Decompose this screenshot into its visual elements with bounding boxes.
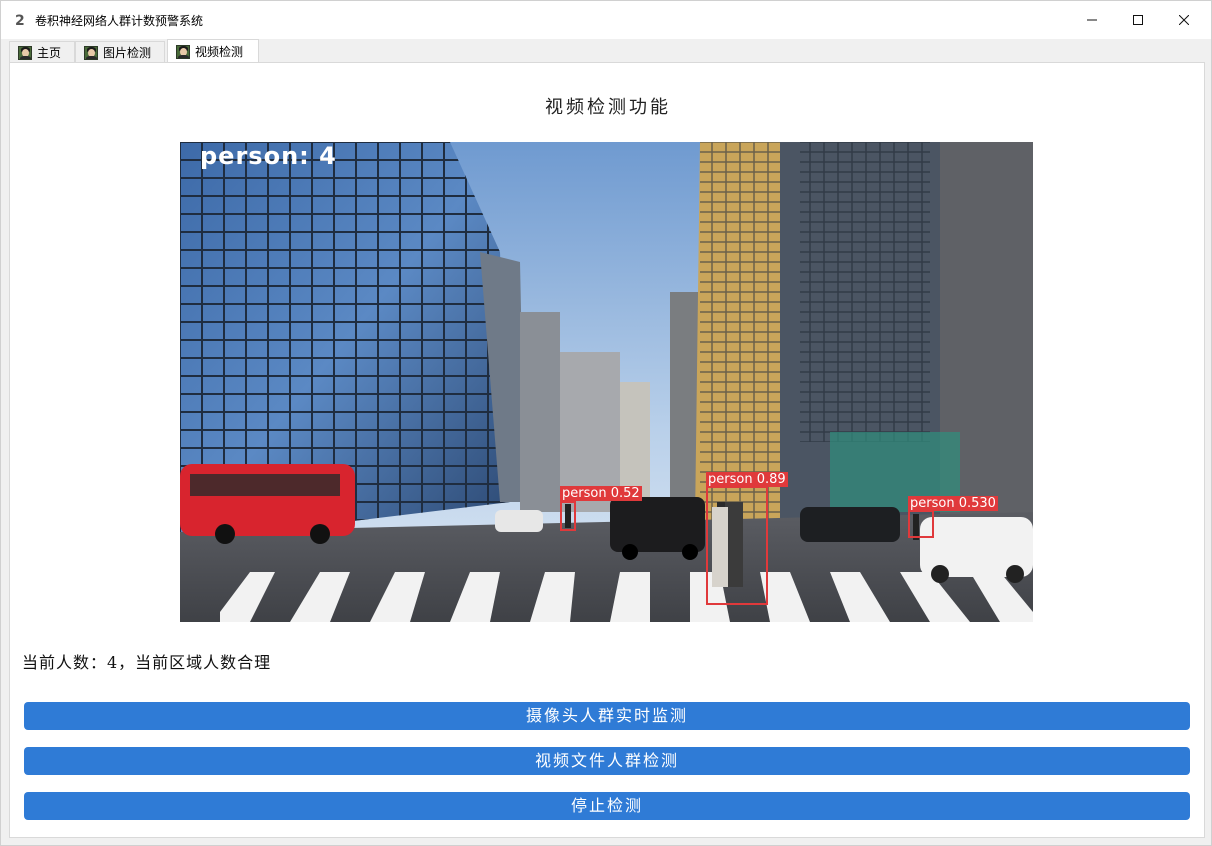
- tab-label: 图片检测: [103, 46, 152, 60]
- minimize-icon: [1087, 19, 1097, 21]
- close-button[interactable]: [1161, 1, 1207, 39]
- detection-box: [706, 486, 768, 605]
- person-count-overlay: person: 4: [200, 142, 337, 170]
- close-icon: [1179, 15, 1189, 25]
- video-file-detect-button[interactable]: 视频文件人群检测: [24, 747, 1190, 775]
- detection-box: [908, 510, 934, 538]
- maximize-icon: [1133, 15, 1143, 25]
- status-text: 当前人数：4，当前区域人数合理: [22, 653, 272, 672]
- tab-label: 主页: [37, 46, 62, 60]
- tab-label: 视频检测: [195, 45, 244, 59]
- video-frame: person: 4 person 0.52 person 0.89 person…: [180, 142, 1033, 622]
- stop-detect-button[interactable]: 停止检测: [24, 792, 1190, 820]
- tab-bar: 主页 图片检测 视频检测: [1, 39, 1211, 63]
- video-detection-panel: 视频检测功能 person: 4 person 0.52 person 0.89…: [9, 62, 1205, 838]
- detection-box: [560, 501, 576, 531]
- detection-label: person 0.89: [706, 472, 788, 487]
- page-title: 视频检测功能: [545, 97, 671, 118]
- street-scene-image: [180, 142, 1033, 622]
- maximize-button[interactable]: [1115, 1, 1161, 39]
- window-title: 卷积神经网络人群计数预警系统: [35, 14, 204, 28]
- tab-image-detection[interactable]: 图片检测: [75, 41, 165, 63]
- user-photo-icon: [18, 45, 32, 60]
- app-window: 2 卷积神经网络人群计数预警系统 主页 图片检测 视频检测 视频检测功能 per…: [0, 0, 1212, 846]
- user-photo-icon: [84, 45, 98, 60]
- detection-label: person 0.52: [560, 486, 642, 501]
- minimize-button[interactable]: [1069, 1, 1115, 39]
- camera-monitor-button[interactable]: 摄像头人群实时监测: [24, 702, 1190, 730]
- title-bar: 2 卷积神经网络人群计数预警系统: [1, 1, 1211, 39]
- detection-label: person 0.530: [908, 496, 998, 511]
- app-icon: 2: [15, 13, 25, 29]
- user-photo-icon: [176, 44, 190, 59]
- tab-home[interactable]: 主页: [9, 41, 75, 63]
- tab-video-detection[interactable]: 视频检测: [167, 39, 259, 63]
